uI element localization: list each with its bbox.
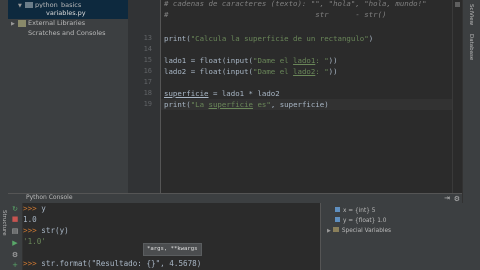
parameter-info-tooltip: *args, **kwargs — [143, 243, 202, 256]
rerun-icon[interactable]: ↻ — [11, 205, 19, 213]
variable-icon — [335, 217, 340, 222]
code-line[interactable]: lado1 = float(input("Dame el lado1: ")) — [164, 55, 338, 66]
console-output[interactable]: >>> y 1.0 >>> str(y) '1.0' >>> str.forma… — [23, 203, 320, 270]
line-number: 14 — [143, 45, 152, 53]
console-toolbar: ↻ ■ ▤ ▶ ⚙ + — [8, 203, 23, 270]
code-token: "Dame el — [253, 56, 294, 65]
code-token: # cadenas de caracteres (texto): "", "ho… — [164, 0, 427, 8]
code-token: ) — [368, 34, 374, 43]
code-token: lado2 = float(input( — [164, 67, 253, 76]
console-prompt: >>> — [23, 259, 42, 268]
database-tab[interactable]: Database — [468, 34, 474, 60]
console-line: >>> str(y) — [23, 225, 69, 236]
hide-icon[interactable]: ⇥ — [444, 194, 450, 202]
line-number-gutter: 13 14 15 16 17 18 19 — [128, 0, 161, 193]
code-line[interactable]: print("Calcula la superficie de un recta… — [164, 33, 373, 44]
code-line[interactable]: superficie = lado1 * lado2 — [164, 88, 280, 99]
code-token: "Dame el — [253, 67, 294, 76]
code-token: superficie — [164, 89, 209, 98]
sciview-tab[interactable]: SciView — [468, 4, 474, 25]
inspection-indicator[interactable] — [455, 2, 460, 7]
line-number: 18 — [143, 89, 152, 97]
chevron-right-icon: ▶ — [327, 228, 331, 234]
console-text: y — [41, 204, 46, 213]
special-variables-icon — [332, 227, 339, 232]
library-icon — [18, 19, 26, 27]
console-line[interactable]: >>> str.format("Resultado: {}", 4.5678) — [23, 258, 201, 269]
code-line[interactable]: print("La superficie es", superficie) — [161, 99, 454, 110]
console-text: str(y) — [41, 226, 69, 235]
tree-item-label: variables.py — [46, 9, 86, 17]
line-number: 19 — [143, 100, 152, 108]
code-token: )) — [328, 56, 338, 65]
line-number: 15 — [143, 56, 152, 64]
variable-label: Special Variables — [341, 228, 392, 234]
console-prompt: >>> — [23, 226, 42, 235]
code-token: = lado1 * lado2 — [208, 89, 280, 98]
code-token: lado1 — [293, 56, 316, 65]
code-token: # str - str() — [164, 10, 387, 19]
tab-python-console[interactable]: Python Console — [20, 193, 73, 203]
variable-label: x = {int} 5 — [343, 208, 376, 214]
right-tool-strip: SciView Database — [462, 0, 480, 270]
code-token: : " — [315, 56, 329, 65]
tree-item-label: External Libraries — [28, 19, 86, 27]
code-token: lado2 — [293, 67, 316, 76]
structure-tab[interactable]: Structure — [1, 210, 7, 236]
variable-icon — [335, 207, 340, 212]
scratches-icon — [18, 30, 26, 37]
console-input[interactable]: str.format("Resultado: {}", 4.5678) — [41, 259, 201, 268]
add-console-icon[interactable]: + — [11, 261, 19, 269]
line-number: 13 — [143, 34, 152, 42]
settings-icon[interactable]: ⚙ — [11, 251, 19, 259]
tree-row[interactable]: Scratches and Consoles — [8, 28, 106, 39]
code-token: superficie — [208, 100, 254, 109]
line-number: 16 — [143, 67, 152, 75]
line-number: 17 — [143, 78, 152, 86]
code-token: "La — [190, 100, 209, 109]
python-file-icon — [36, 10, 44, 17]
console-line: 1.0 — [23, 214, 37, 225]
variable-label: y = {float} 1.0 — [343, 218, 387, 224]
print-icon[interactable]: ▤ — [11, 227, 19, 235]
code-token: print( — [164, 100, 191, 109]
variable-item[interactable]: y = {float} 1.0 — [335, 217, 386, 226]
code-token: print( — [164, 34, 191, 43]
gear-icon[interactable]: ⚙ — [454, 195, 460, 203]
console-text: 1.0 — [23, 215, 37, 224]
code-line[interactable]: # str - str() — [164, 9, 386, 20]
tree-item-label: Scratches and Consoles — [28, 29, 106, 37]
console-text: '1.0' — [23, 237, 46, 246]
project-panel: ▼ python_basics variables.py ▶ External Li… — [8, 0, 128, 193]
code-editor[interactable]: # cadenas de caracteres (texto): "", "ho… — [161, 0, 461, 193]
code-token: : " — [315, 67, 329, 76]
variable-item[interactable]: x = {int} 5 — [335, 207, 375, 216]
code-token: )) — [328, 67, 338, 76]
code-line[interactable]: lado2 = float(input("Dame el lado2: ")) — [164, 66, 338, 77]
code-line[interactable]: # cadenas de caracteres (texto): "", "ho… — [164, 0, 427, 9]
code-token: lado1 = float(input( — [164, 56, 253, 65]
variables-panel: x = {int} 5 y = {float} 1.0 ▶ Special Var… — [320, 203, 463, 270]
run-icon[interactable]: ▶ — [11, 239, 19, 247]
console-prompt: >>> — [23, 204, 42, 213]
code-token: , superficie) — [270, 100, 329, 109]
console-line: '1.0' — [23, 236, 46, 247]
variable-item[interactable]: ▶ Special Variables — [327, 227, 391, 236]
stop-icon[interactable]: ■ — [11, 215, 19, 223]
console-line: >>> y — [23, 203, 46, 214]
code-token: es" — [253, 100, 271, 109]
code-token: "Calcula la superficie de un rectangulo" — [190, 34, 369, 43]
